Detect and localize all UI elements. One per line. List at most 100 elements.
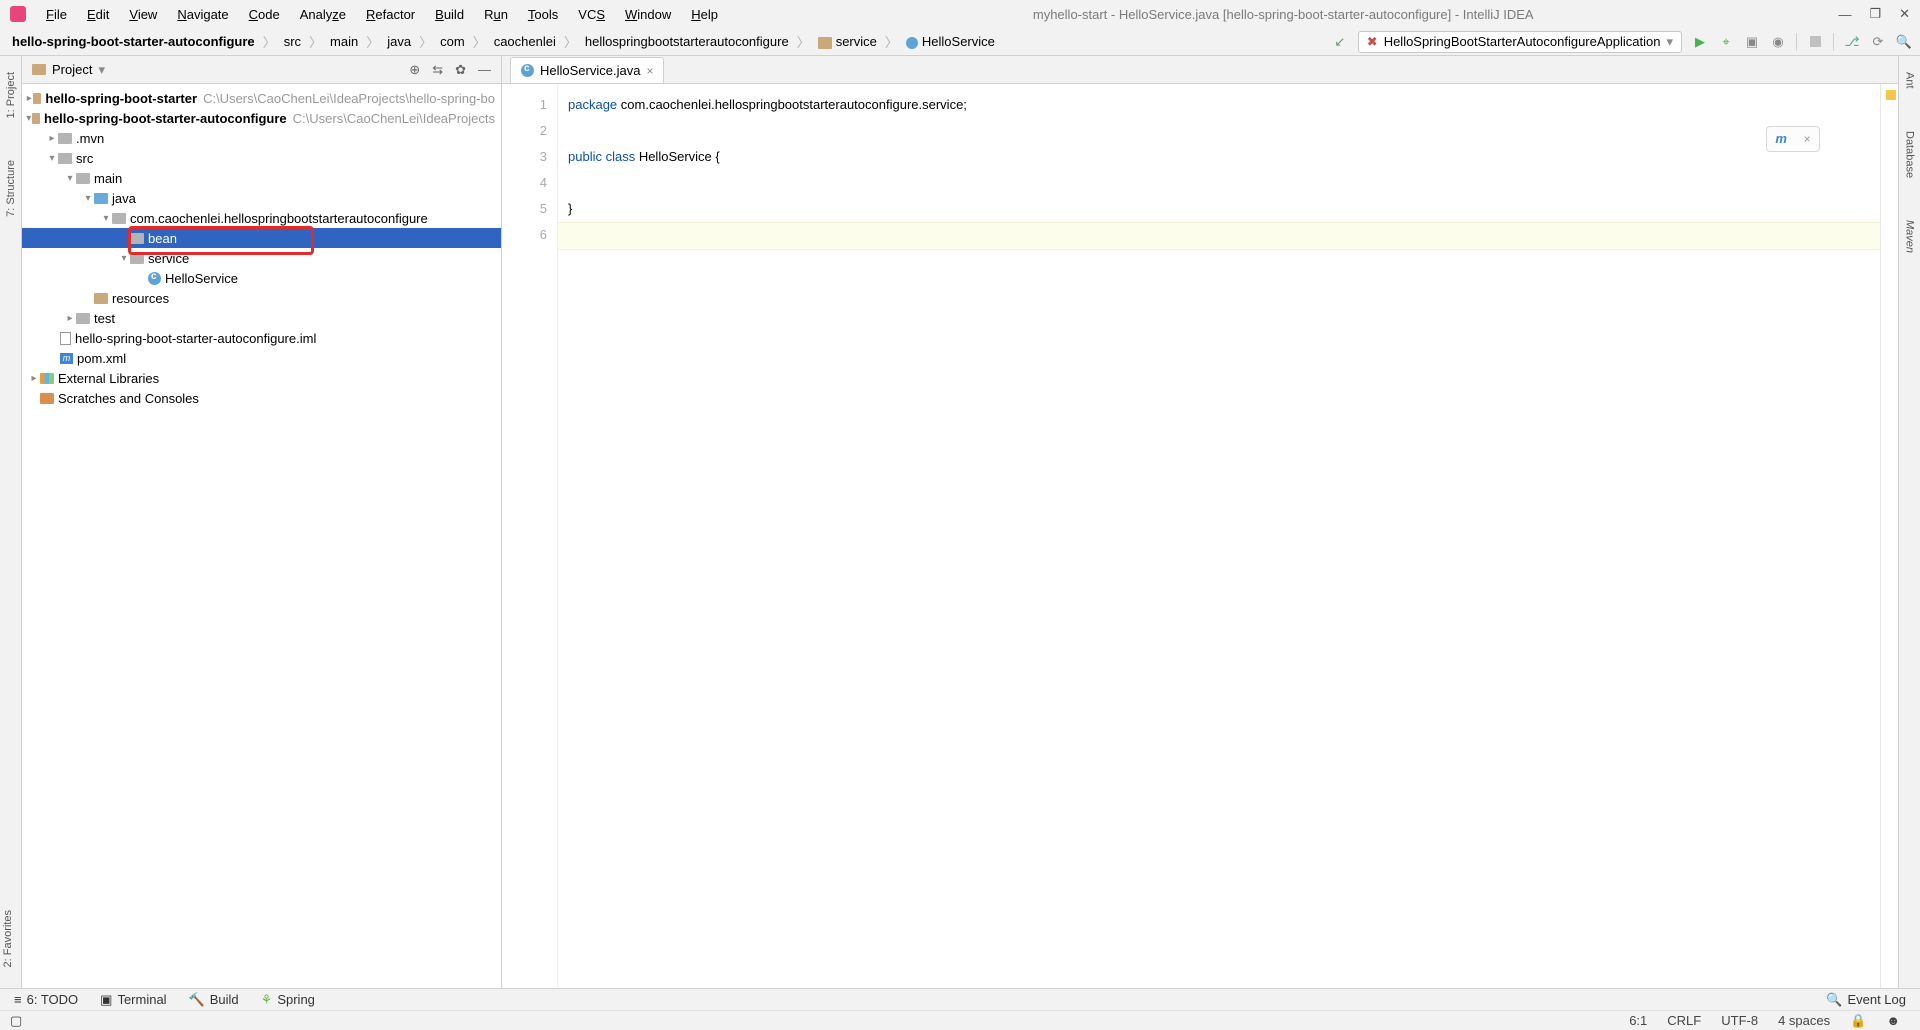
window-controls: — ❐ ✕	[1838, 6, 1910, 22]
menubar: File Edit View Navigate Code Analyze Ref…	[36, 3, 728, 26]
indent-info[interactable]: 4 spaces	[1768, 1013, 1840, 1028]
memory-indicator[interactable]: ☻	[1876, 1013, 1910, 1028]
editor-tab-label: HelloService.java	[540, 63, 640, 78]
tree-service[interactable]: ▾service	[22, 248, 501, 268]
file-encoding[interactable]: UTF-8	[1711, 1013, 1768, 1028]
status-bar: ▢ 6:1 CRLF UTF-8 4 spaces 🔒 ☻	[0, 1010, 1920, 1030]
editor-right-margin	[1880, 84, 1898, 988]
tree-module2[interactable]: ▾hello-spring-boot-starter-autoconfigure…	[22, 108, 501, 128]
crumb-com[interactable]: com	[436, 32, 469, 51]
tree-iml[interactable]: hello-spring-boot-starter-autoconfigure.…	[22, 328, 501, 348]
menu-refactor[interactable]: Refactor	[356, 3, 425, 26]
close-icon[interactable]: ×	[1804, 126, 1811, 152]
project-title: Project	[52, 62, 92, 77]
stop-button[interactable]	[1807, 34, 1823, 50]
tw-eventlog[interactable]: 🔍Event Log	[1826, 992, 1906, 1008]
gear-icon[interactable]: ✿	[455, 62, 466, 78]
tree-module1[interactable]: ▸hello-spring-boot-starterC:\Users\CaoCh…	[22, 88, 501, 108]
tab-maven[interactable]: Maven	[1902, 214, 1918, 259]
navigation-bar: hello-spring-boot-starter-autoconfigure〉…	[0, 28, 1920, 56]
tab-ant[interactable]: Ant	[1902, 66, 1918, 95]
tree-src[interactable]: ▾src	[22, 148, 501, 168]
search-icon[interactable]: 🔍	[1896, 34, 1912, 50]
editor-tabs: HelloService.java ×	[502, 56, 1898, 84]
minimize-button[interactable]: —	[1838, 7, 1851, 22]
app-icon	[10, 6, 26, 22]
locate-icon[interactable]: ⊕	[409, 62, 420, 78]
tree-external[interactable]: ▸External Libraries	[22, 368, 501, 388]
tab-favorites[interactable]: 2: Favorites	[0, 904, 16, 973]
status-menu-icon[interactable]: ▢	[10, 1013, 22, 1029]
debug-button[interactable]: ⌖	[1718, 34, 1734, 50]
menu-help[interactable]: Help	[681, 3, 728, 26]
coverage-button[interactable]: ▣	[1744, 34, 1760, 50]
tab-structure[interactable]: 7: Structure	[3, 154, 19, 223]
window-title: myhello-start - HelloService.java [hello…	[728, 7, 1838, 22]
warning-marker[interactable]	[1886, 90, 1896, 100]
tw-todo[interactable]: ≡6: TODO	[14, 992, 78, 1007]
tree-mvn[interactable]: ▸.mvn	[22, 128, 501, 148]
lock-icon[interactable]: 🔒	[1840, 1013, 1876, 1029]
tw-build[interactable]: 🔨Build	[189, 992, 239, 1008]
toolbar-right: ↙ ✖ HelloSpringBootStarterAutoconfigureA…	[1332, 31, 1912, 53]
tab-database[interactable]: Database	[1902, 125, 1918, 184]
tree-main[interactable]: ▾main	[22, 168, 501, 188]
tree-java[interactable]: ▾java	[22, 188, 501, 208]
collapse-icon[interactable]: ⇆	[432, 62, 443, 78]
close-tab-icon[interactable]: ×	[646, 64, 653, 78]
menu-vcs[interactable]: VCS	[568, 3, 615, 26]
menu-analyze[interactable]: Analyze	[290, 3, 356, 26]
tree-test[interactable]: ▸test	[22, 308, 501, 328]
run-button[interactable]: ▶	[1692, 34, 1708, 50]
run-config-selector[interactable]: ✖ HelloSpringBootStarterAutoconfigureApp…	[1358, 31, 1682, 53]
editor-tab-helloservice[interactable]: HelloService.java ×	[510, 57, 664, 83]
caret-position[interactable]: 6:1	[1619, 1013, 1657, 1028]
hide-icon[interactable]: —	[478, 62, 491, 78]
code-editor[interactable]: 1 2 3 4 5 6 package com.caochenlei.hello…	[502, 84, 1898, 988]
crumb-service[interactable]: service	[814, 32, 881, 51]
tree-pom[interactable]: mpom.xml	[22, 348, 501, 368]
tree-helloservice[interactable]: HelloService	[22, 268, 501, 288]
tree-scratches[interactable]: Scratches and Consoles	[22, 388, 501, 408]
tree-package[interactable]: ▾com.caochenlei.hellospringbootstarterau…	[22, 208, 501, 228]
crumb-caochenlei[interactable]: caochenlei	[490, 32, 560, 51]
git-icon[interactable]: ⎇	[1844, 34, 1860, 50]
menu-edit[interactable]: Edit	[77, 3, 119, 26]
tree-bean[interactable]: bean	[22, 228, 501, 248]
build-icon[interactable]: ↙	[1332, 34, 1348, 50]
project-tree[interactable]: ▸hello-spring-boot-starterC:\Users\CaoCh…	[22, 84, 501, 412]
bottom-toolwindow-bar: ≡6: TODO ▣Terminal 🔨Build ⚘Spring 🔍Event…	[0, 988, 1920, 1010]
class-icon	[521, 64, 534, 77]
maximize-button[interactable]: ❐	[1869, 6, 1881, 22]
editor-area: HelloService.java × 1 2 3 4 5 6 package …	[502, 56, 1898, 988]
menu-file[interactable]: File	[36, 3, 77, 26]
update-icon[interactable]: ⟳	[1870, 34, 1886, 50]
close-button[interactable]: ✕	[1899, 6, 1910, 22]
line-separator[interactable]: CRLF	[1657, 1013, 1711, 1028]
menu-window[interactable]: Window	[615, 3, 681, 26]
chevron-down-icon: ▾	[1666, 34, 1673, 50]
crumb-module[interactable]: hello-spring-boot-starter-autoconfigure	[8, 32, 259, 51]
inspection-widget[interactable]: m ×	[1766, 126, 1820, 152]
project-view-selector[interactable]: Project ▾	[32, 62, 105, 78]
menu-build[interactable]: Build	[425, 3, 474, 26]
tw-terminal[interactable]: ▣Terminal	[100, 992, 166, 1008]
right-toolwindow-bar: Ant Database Maven	[1898, 56, 1920, 988]
menu-code[interactable]: Code	[239, 3, 290, 26]
menu-run[interactable]: Run	[474, 3, 518, 26]
crumb-java[interactable]: java	[383, 32, 415, 51]
menu-tools[interactable]: Tools	[518, 3, 568, 26]
profile-button[interactable]: ◉	[1770, 34, 1786, 50]
crumb-pkg[interactable]: hellospringbootstarterautoconfigure	[581, 32, 793, 51]
tab-project[interactable]: 1: Project	[3, 66, 19, 124]
crumb-class[interactable]: HelloService	[902, 32, 999, 51]
menu-navigate[interactable]: Navigate	[167, 3, 238, 26]
tw-spring[interactable]: ⚘Spring	[261, 992, 315, 1008]
crumb-src[interactable]: src	[280, 32, 305, 51]
breadcrumbs: hello-spring-boot-starter-autoconfigure〉…	[8, 32, 999, 51]
tree-resources[interactable]: resources	[22, 288, 501, 308]
code-content[interactable]: package com.caochenlei.hellospringbootst…	[558, 84, 1880, 988]
left-toolwindow-bar: 1: Project 7: Structure	[0, 56, 22, 988]
menu-view[interactable]: View	[119, 3, 167, 26]
crumb-main[interactable]: main	[326, 32, 362, 51]
